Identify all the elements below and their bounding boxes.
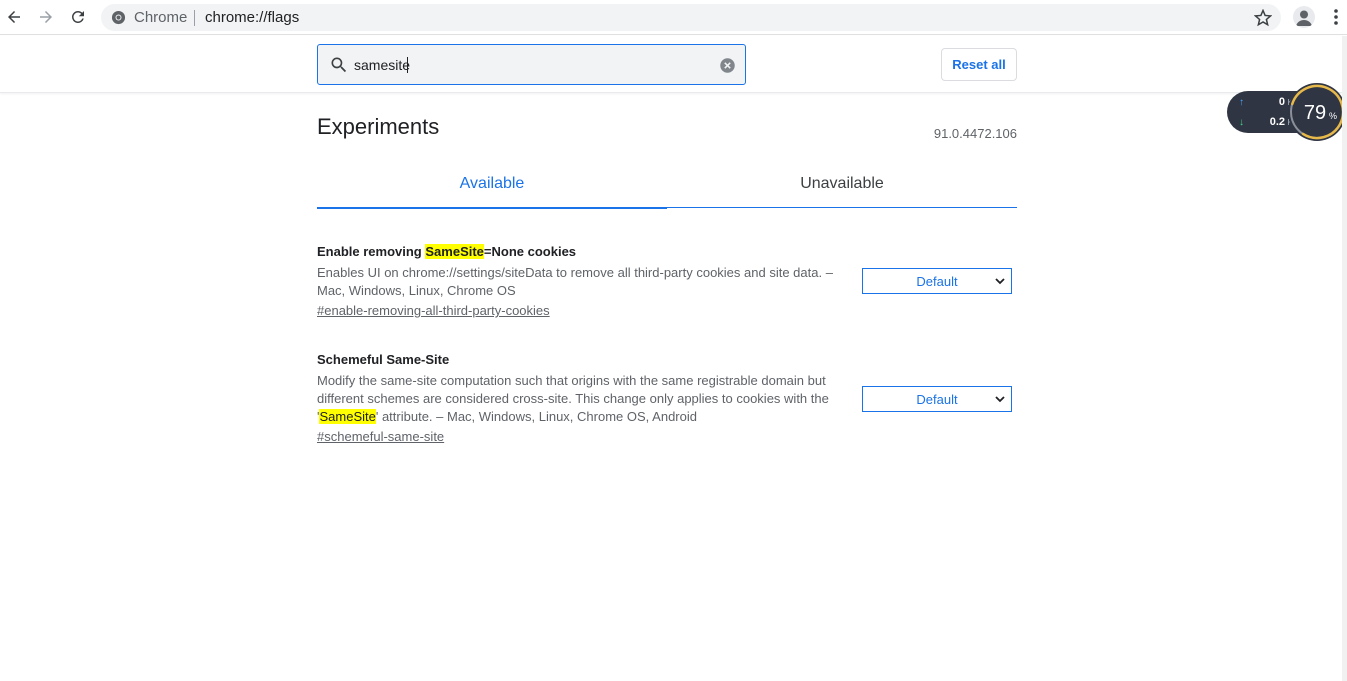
flag-description-text: ' attribute. – Mac, Windows, Linux, Chro… [375, 409, 697, 424]
flag-description: Enables UI on chrome://settings/siteData… [317, 265, 833, 298]
chevron-down-icon [995, 278, 1005, 285]
tab-available-label: Available [459, 174, 525, 192]
upload-value: 0 [1278, 96, 1285, 108]
gauge-percent-unit: % [1329, 111, 1337, 121]
flag-item-schemeful-same-site: Schemeful Same-Site Modify the same-site… [317, 352, 1017, 446]
flag-description: Modify the same-site computation such th… [317, 372, 842, 426]
version-label: 91.0.4472.106 [933, 126, 1017, 141]
profile-button[interactable] [1293, 6, 1315, 28]
url-text[interactable]: chrome://flags [205, 9, 299, 26]
flag-select-value: Default [916, 273, 958, 289]
search-input[interactable] [354, 55, 714, 75]
text-caret [407, 57, 408, 73]
back-button[interactable] [2, 5, 26, 29]
flags-header: Reset all [0, 36, 1342, 93]
memory-usage-gauge[interactable]: 79 % [1287, 82, 1347, 142]
flag-state-select[interactable]: Default [862, 386, 1012, 412]
star-icon[interactable] [1254, 9, 1272, 27]
page-title: Experiments [317, 114, 440, 139]
tab-selected-indicator [317, 207, 667, 209]
browser-toolbar: Chrome chrome://flags [0, 0, 1347, 35]
clear-search-icon[interactable] [719, 57, 736, 74]
flag-name: Enable removing SameSite=None cookies [317, 244, 1017, 260]
gauge-percent: 79 [1304, 102, 1326, 124]
search-highlight: SameSite [425, 244, 484, 259]
omnibox-separator [194, 10, 195, 26]
omnibox[interactable]: Chrome chrome://flags [101, 4, 1281, 31]
reset-all-button[interactable]: Reset all [941, 48, 1017, 81]
tab-unavailable-label: Unavailable [800, 174, 884, 192]
arrow-down-icon: ↓ [1239, 117, 1244, 128]
flag-permalink[interactable]: #enable-removing-all-third-party-cookies [317, 303, 550, 319]
avatar-icon [1296, 10, 1312, 26]
reload-icon [71, 10, 84, 23]
forward-button[interactable] [34, 5, 58, 29]
scrollbar[interactable] [1342, 36, 1347, 681]
tab-available[interactable]: Available [317, 160, 667, 209]
flag-name-text: =None cookies [483, 244, 577, 259]
reload-button[interactable] [66, 5, 90, 29]
arrow-left-icon [8, 11, 20, 23]
tab-unavailable[interactable]: Unavailable [667, 160, 1017, 207]
download-value: 0.2 [1269, 116, 1285, 128]
flag-name-text: Enable removing [317, 244, 426, 259]
flag-permalink[interactable]: #schemeful-same-site [317, 429, 444, 445]
chrome-icon [111, 10, 126, 25]
flag-state-select[interactable]: Default [862, 268, 1012, 294]
search-highlight: SameSite [319, 409, 376, 424]
chevron-down-icon [995, 396, 1005, 403]
flag-select-value: Default [916, 391, 958, 407]
kebab-menu-icon[interactable] [1327, 7, 1345, 27]
search-box[interactable] [317, 44, 746, 85]
flag-item-enable-removing-samesite: Enable removing SameSite=None cookies En… [317, 244, 1017, 320]
flag-name: Schemeful Same-Site [317, 352, 450, 367]
arrow-right-icon [40, 11, 52, 23]
site-chip: Chrome [134, 9, 188, 26]
search-icon [331, 57, 347, 73]
tab-bar: Available Unavailable [317, 160, 1017, 209]
arrow-up-icon: ↑ [1239, 97, 1244, 108]
